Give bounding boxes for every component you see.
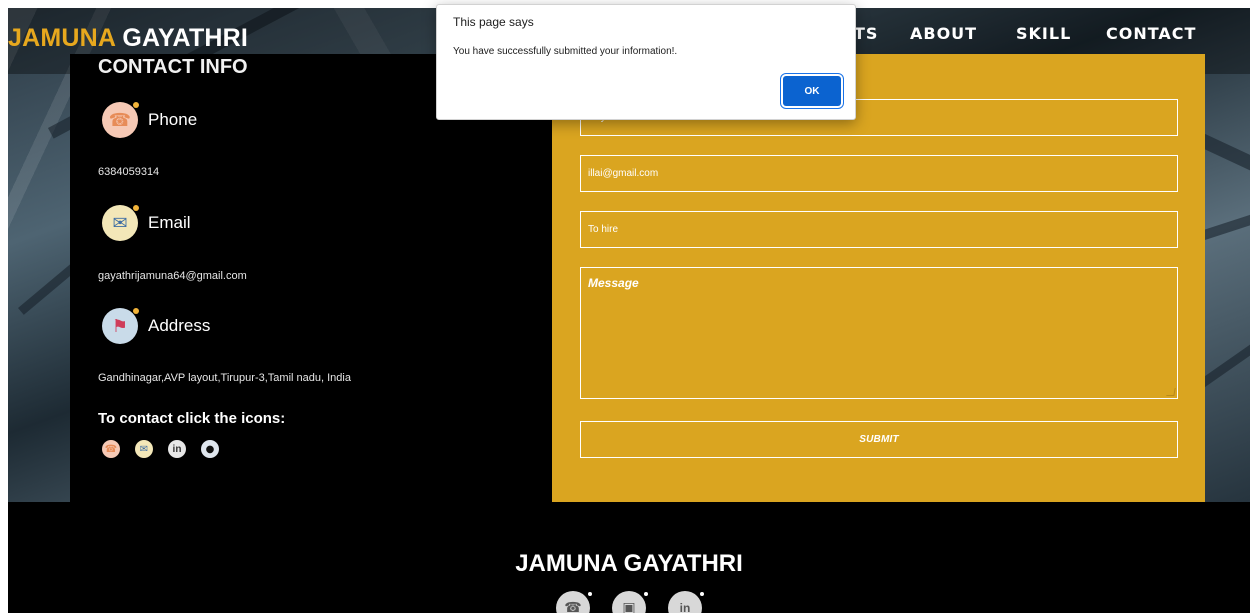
nav-link-contact[interactable]: CONTACT [1106,24,1196,43]
phone-icon[interactable]: ☎ [556,591,592,613]
phone-icon: ☎ [102,102,139,138]
resize-handle-icon[interactable] [1166,388,1176,396]
contact-info-title: CONTACT INFO [98,56,248,78]
alert-dialog: This page says You have successfully sub… [436,4,856,120]
email-row: ✉ Email [102,205,191,241]
brand-rest: GAYATHRI [115,24,249,52]
contact-info-card: CONTACT INFO ☎ Phone 6384059314 ✉ Email … [70,54,552,502]
instagram-icon[interactable]: ▣ [612,591,648,613]
contact-icons-prompt: To contact click the icons: [98,410,286,427]
email-icon: ✉ [102,205,139,241]
footer-socials: ☎ ▣ in [8,591,1250,613]
contact-icons: ☎ ✉ in ● [102,440,219,458]
brand-accent: JAMUNA [8,24,116,52]
nav-link-skill[interactable]: SKILL [1016,24,1071,43]
message-textarea[interactable]: Message [580,267,1178,399]
github-icon[interactable]: ● [201,440,219,458]
email-input[interactable]: illai@gmail.com [580,155,1178,192]
message-placeholder: Message [588,276,639,290]
footer: JAMUNA GAYATHRI ☎ ▣ in [8,502,1250,613]
location-pin-icon: ⚑ [102,308,139,344]
address-row: ⚑ Address [102,308,210,344]
linkedin-icon[interactable]: in [668,591,704,613]
submit-button[interactable]: SUBMIT [580,421,1178,458]
linkedin-icon[interactable]: in [168,440,186,458]
address-value: Gandhinagar,AVP layout,Tirupur-3,Tamil n… [98,372,351,384]
email-label: Email [148,213,191,232]
nav-link-about[interactable]: ABOUT [910,24,977,43]
ok-button[interactable]: OK [783,76,841,106]
phone-row: ☎ Phone [102,102,197,138]
dialog-message: You have successfully submitted your inf… [453,46,678,57]
dialog-title: This page says [453,15,534,29]
brand-logo[interactable]: JAMUNA GAYATHRI [8,24,248,53]
phone-value: 6384059314 [98,166,160,178]
contact-form: Illaya illai@gmail.com To hire Message S… [552,54,1205,502]
address-label: Address [148,316,211,335]
subject-input[interactable]: To hire [580,211,1178,248]
email-value: gayathrijamuna64@gmail.com [98,270,247,282]
phone-icon[interactable]: ☎ [102,440,120,458]
footer-name: JAMUNA GAYATHRI [515,550,743,577]
phone-label: Phone [148,110,198,129]
nav-link-projects[interactable]: TS [854,24,878,43]
mail-icon[interactable]: ✉ [135,440,153,458]
